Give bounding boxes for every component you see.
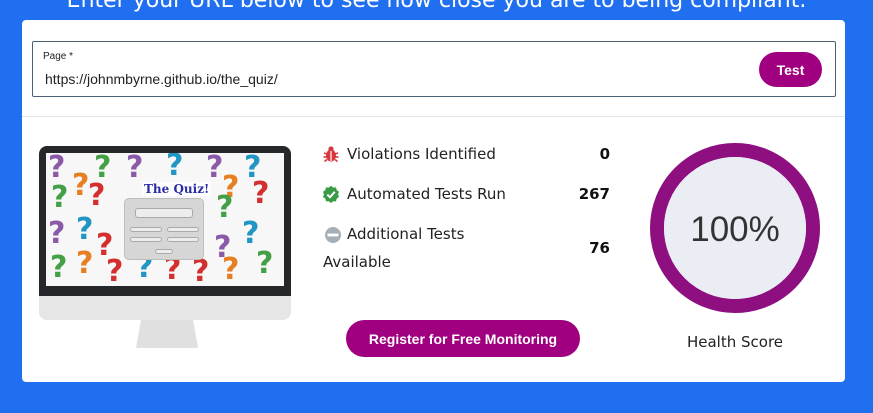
question-mark-icon: ? — [76, 212, 94, 247]
question-mark-icon: ? — [166, 153, 184, 183]
question-mark-icon: ? — [50, 250, 68, 285]
health-score-label: Health Score — [686, 333, 784, 351]
question-mark-icon: ? — [88, 178, 106, 213]
quiz-answer — [130, 237, 162, 242]
quiz-answer — [167, 237, 199, 242]
register-monitoring-button[interactable]: Register for Free Monitoring — [346, 320, 580, 357]
question-mark-icon: ? — [106, 254, 124, 287]
question-mark-icon: ? — [192, 254, 210, 287]
question-mark-icon: ? — [94, 153, 112, 185]
site-screenshot: ? ? ? ? ? ? ? ? ? ? ? ? ? ? ? ? ? ? ? ? — [46, 153, 284, 286]
divider — [22, 116, 845, 117]
question-mark-icon: ? — [216, 190, 234, 225]
monitor-frame: ? ? ? ? ? ? ? ? ? ? ? ? ? ? ? ? ? ? ? ? — [39, 146, 291, 296]
additional-tests-label-line2: Available — [323, 253, 391, 271]
intro-text: Enter your URL below to see how close yo… — [66, 0, 807, 13]
quiz-title: The Quiz! — [142, 182, 212, 196]
monitor-stand — [136, 320, 198, 348]
question-mark-icon: ? — [126, 153, 144, 185]
site-preview-monitor: ? ? ? ? ? ? ? ? ? ? ? ? ? ? ? ? ? ? ? ? — [39, 146, 291, 348]
question-mark-icon: ? — [48, 153, 66, 185]
quiz-answer — [167, 227, 199, 232]
url-field-label: Page * — [43, 51, 74, 62]
additional-tests-value: 76 — [589, 239, 610, 257]
minus-circle-icon — [325, 227, 341, 243]
question-mark-icon: ? — [222, 252, 240, 286]
url-input-box[interactable]: Page * https://johnmbyrne.github.io/the_… — [32, 41, 836, 97]
url-input[interactable]: https://johnmbyrne.github.io/the_quiz/ — [45, 71, 278, 87]
question-mark-icon: ? — [48, 216, 66, 251]
question-mark-icon: ? — [242, 216, 260, 251]
health-score-value: 100% — [690, 210, 780, 249]
question-mark-icon: ? — [76, 246, 94, 281]
quiz-answer — [130, 227, 162, 232]
compliance-card: Page * https://johnmbyrne.github.io/the_… — [22, 20, 845, 382]
question-mark-icon: ? — [206, 153, 224, 185]
violations-value: 0 — [599, 145, 610, 163]
monitor-chin — [39, 296, 291, 320]
automated-tests-label: Automated Tests Run — [347, 185, 506, 203]
violations-label: Violations Identified — [347, 145, 496, 163]
question-mark-icon: ? — [256, 246, 274, 281]
check-badge-icon — [323, 185, 339, 203]
question-mark-icon: ? — [51, 180, 69, 215]
question-mark-icon: ? — [252, 176, 270, 211]
question-mark-icon: ? — [72, 168, 90, 203]
quiz-panel — [124, 198, 204, 260]
additional-tests-label: Additional Tests — [347, 225, 465, 243]
automated-tests-value: 267 — [578, 185, 610, 203]
health-score-gauge: 100% — [650, 143, 820, 313]
quiz-question-box — [135, 208, 193, 218]
bug-icon — [323, 146, 339, 163]
quiz-next-button — [155, 249, 173, 254]
test-button[interactable]: Test — [759, 52, 822, 87]
